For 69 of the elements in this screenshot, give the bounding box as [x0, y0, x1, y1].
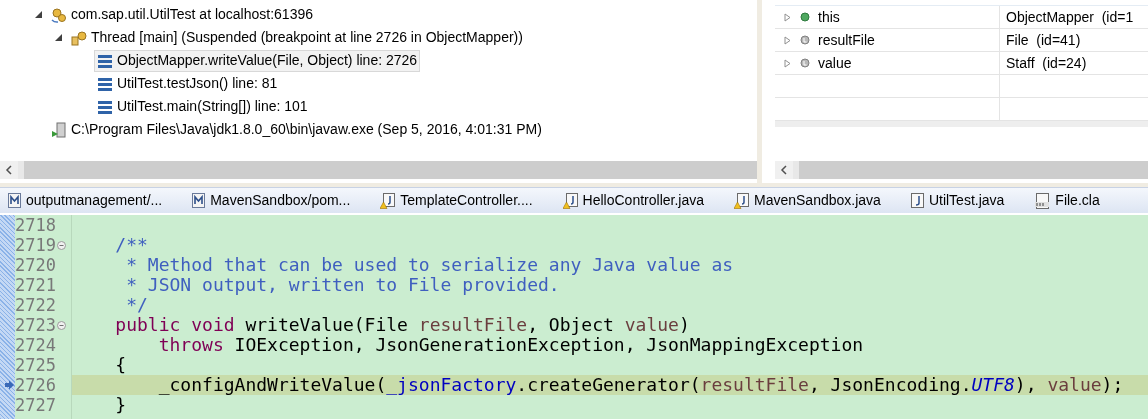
horizontal-scrollbar[interactable]: [775, 161, 1148, 179]
variable-row[interactable]: value Staff (id=24): [775, 52, 1148, 75]
tree-item[interactable]: ObjectMapper.writeValue(File, Object) line: 2726: [94, 49, 421, 72]
maven-file-icon: [192, 193, 206, 208]
gears-icon: [51, 6, 67, 23]
tree-item[interactable]: Thread [main] (Suspended (breakpoint at line 2726 in ObjectMapper)): [68, 26, 526, 49]
java-file-warning-icon: [380, 192, 396, 209]
collapse-arrow-icon[interactable]: [54, 33, 63, 42]
line-number: 2722: [15, 295, 56, 315]
collapse-arrow-icon[interactable]: [34, 10, 43, 19]
stack-frame-icon: [97, 99, 113, 114]
tree-item[interactable]: C:\Program Files\Java\jdk1.8.0_60\bin\javaw.exe (Sep 5, 2016, 4:01:31 PM): [48, 118, 545, 141]
line-number: 2723: [15, 315, 56, 335]
variable-value: File (id=41): [1006, 30, 1081, 50]
editor-tab[interactable]: HelloController.java: [554, 188, 726, 213]
scroll-left-icon[interactable]: [775, 161, 793, 179]
scroll-left-icon[interactable]: [0, 161, 18, 179]
line-number: 2720: [15, 255, 56, 275]
thread-icon: [71, 29, 87, 46]
expand-arrow-icon[interactable]: [783, 35, 792, 45]
code-line: {: [114, 355, 127, 375]
variable-name: resultFile: [818, 30, 875, 50]
expand-arrow-icon[interactable]: [783, 12, 792, 22]
fold-icon[interactable]: [56, 240, 66, 250]
code-line: throws IOException, JsonGenerationException, JsonMappingException: [158, 335, 864, 355]
editor-tab[interactable]: TemplateController....: [372, 188, 555, 213]
line-number: 2725: [15, 355, 56, 375]
java-file-icon: [910, 193, 924, 208]
variable-value: ObjectMapper (id=1: [1006, 7, 1134, 27]
maven-file-icon: [8, 193, 21, 208]
line-number: 2719: [15, 235, 56, 255]
code-editor[interactable]: [0, 215, 1148, 419]
dot-icon: [800, 12, 810, 22]
line-number: 2726: [15, 375, 56, 395]
local-variable-icon: [800, 35, 810, 45]
tree-item[interactable]: UtilTest.testJson() line: 81: [94, 72, 281, 95]
stack-frame-icon: [97, 76, 113, 91]
variable-name: value: [818, 53, 852, 73]
line-number: 2718: [15, 215, 56, 235]
local-variable-icon: [800, 58, 810, 68]
code-line: public void writeValue(File resultFile, Object value): [114, 315, 690, 335]
tree-item[interactable]: com.sap.util.UtilTest at localhost:61396: [48, 3, 316, 26]
line-number: 2724: [15, 335, 56, 355]
tree-item[interactable]: UtilTest.main(String[]) line: 101: [94, 95, 311, 118]
fold-icon[interactable]: [56, 320, 66, 330]
code-line: */: [125, 295, 148, 315]
class-file-icon: [1034, 192, 1051, 209]
stack-frame-icon: [97, 53, 113, 68]
variable-name: this: [818, 7, 840, 27]
java-file-warning-icon: [562, 192, 578, 209]
code-line: _configAndWriteValue(_jsonFactory.createGenerator(resultFile, JsonEncoding.UTF8), value);: [157, 375, 1124, 395]
code-line: * Method that can be used to serialize any Java value as: [125, 255, 734, 275]
java-file-warning-icon: [734, 192, 749, 209]
editor-tab[interactable]: MavenSandbox.java: [726, 188, 903, 213]
variable-row[interactable]: resultFile File (id=41): [775, 29, 1148, 52]
line-number: 2721: [15, 275, 56, 295]
editor-tab[interactable]: File.cla: [1026, 188, 1122, 213]
editor-tab[interactable]: MavenSandbox/pom...: [184, 188, 373, 213]
variable-value: Staff (id=24): [1006, 53, 1087, 73]
editor-tab[interactable]: outputmanagement/...: [0, 188, 185, 213]
code-line: * JSON output, written to File provided.: [125, 275, 560, 295]
code-line: }: [114, 395, 127, 415]
code-line: /**: [114, 235, 148, 255]
horizontal-scrollbar[interactable]: [0, 161, 757, 179]
editor-tab[interactable]: UtilTest.java: [902, 188, 1027, 213]
variable-row[interactable]: this ObjectMapper (id=1: [775, 6, 1148, 29]
process-icon: [51, 121, 67, 138]
expand-arrow-icon[interactable]: [783, 58, 792, 68]
line-number: 2727: [15, 395, 56, 415]
